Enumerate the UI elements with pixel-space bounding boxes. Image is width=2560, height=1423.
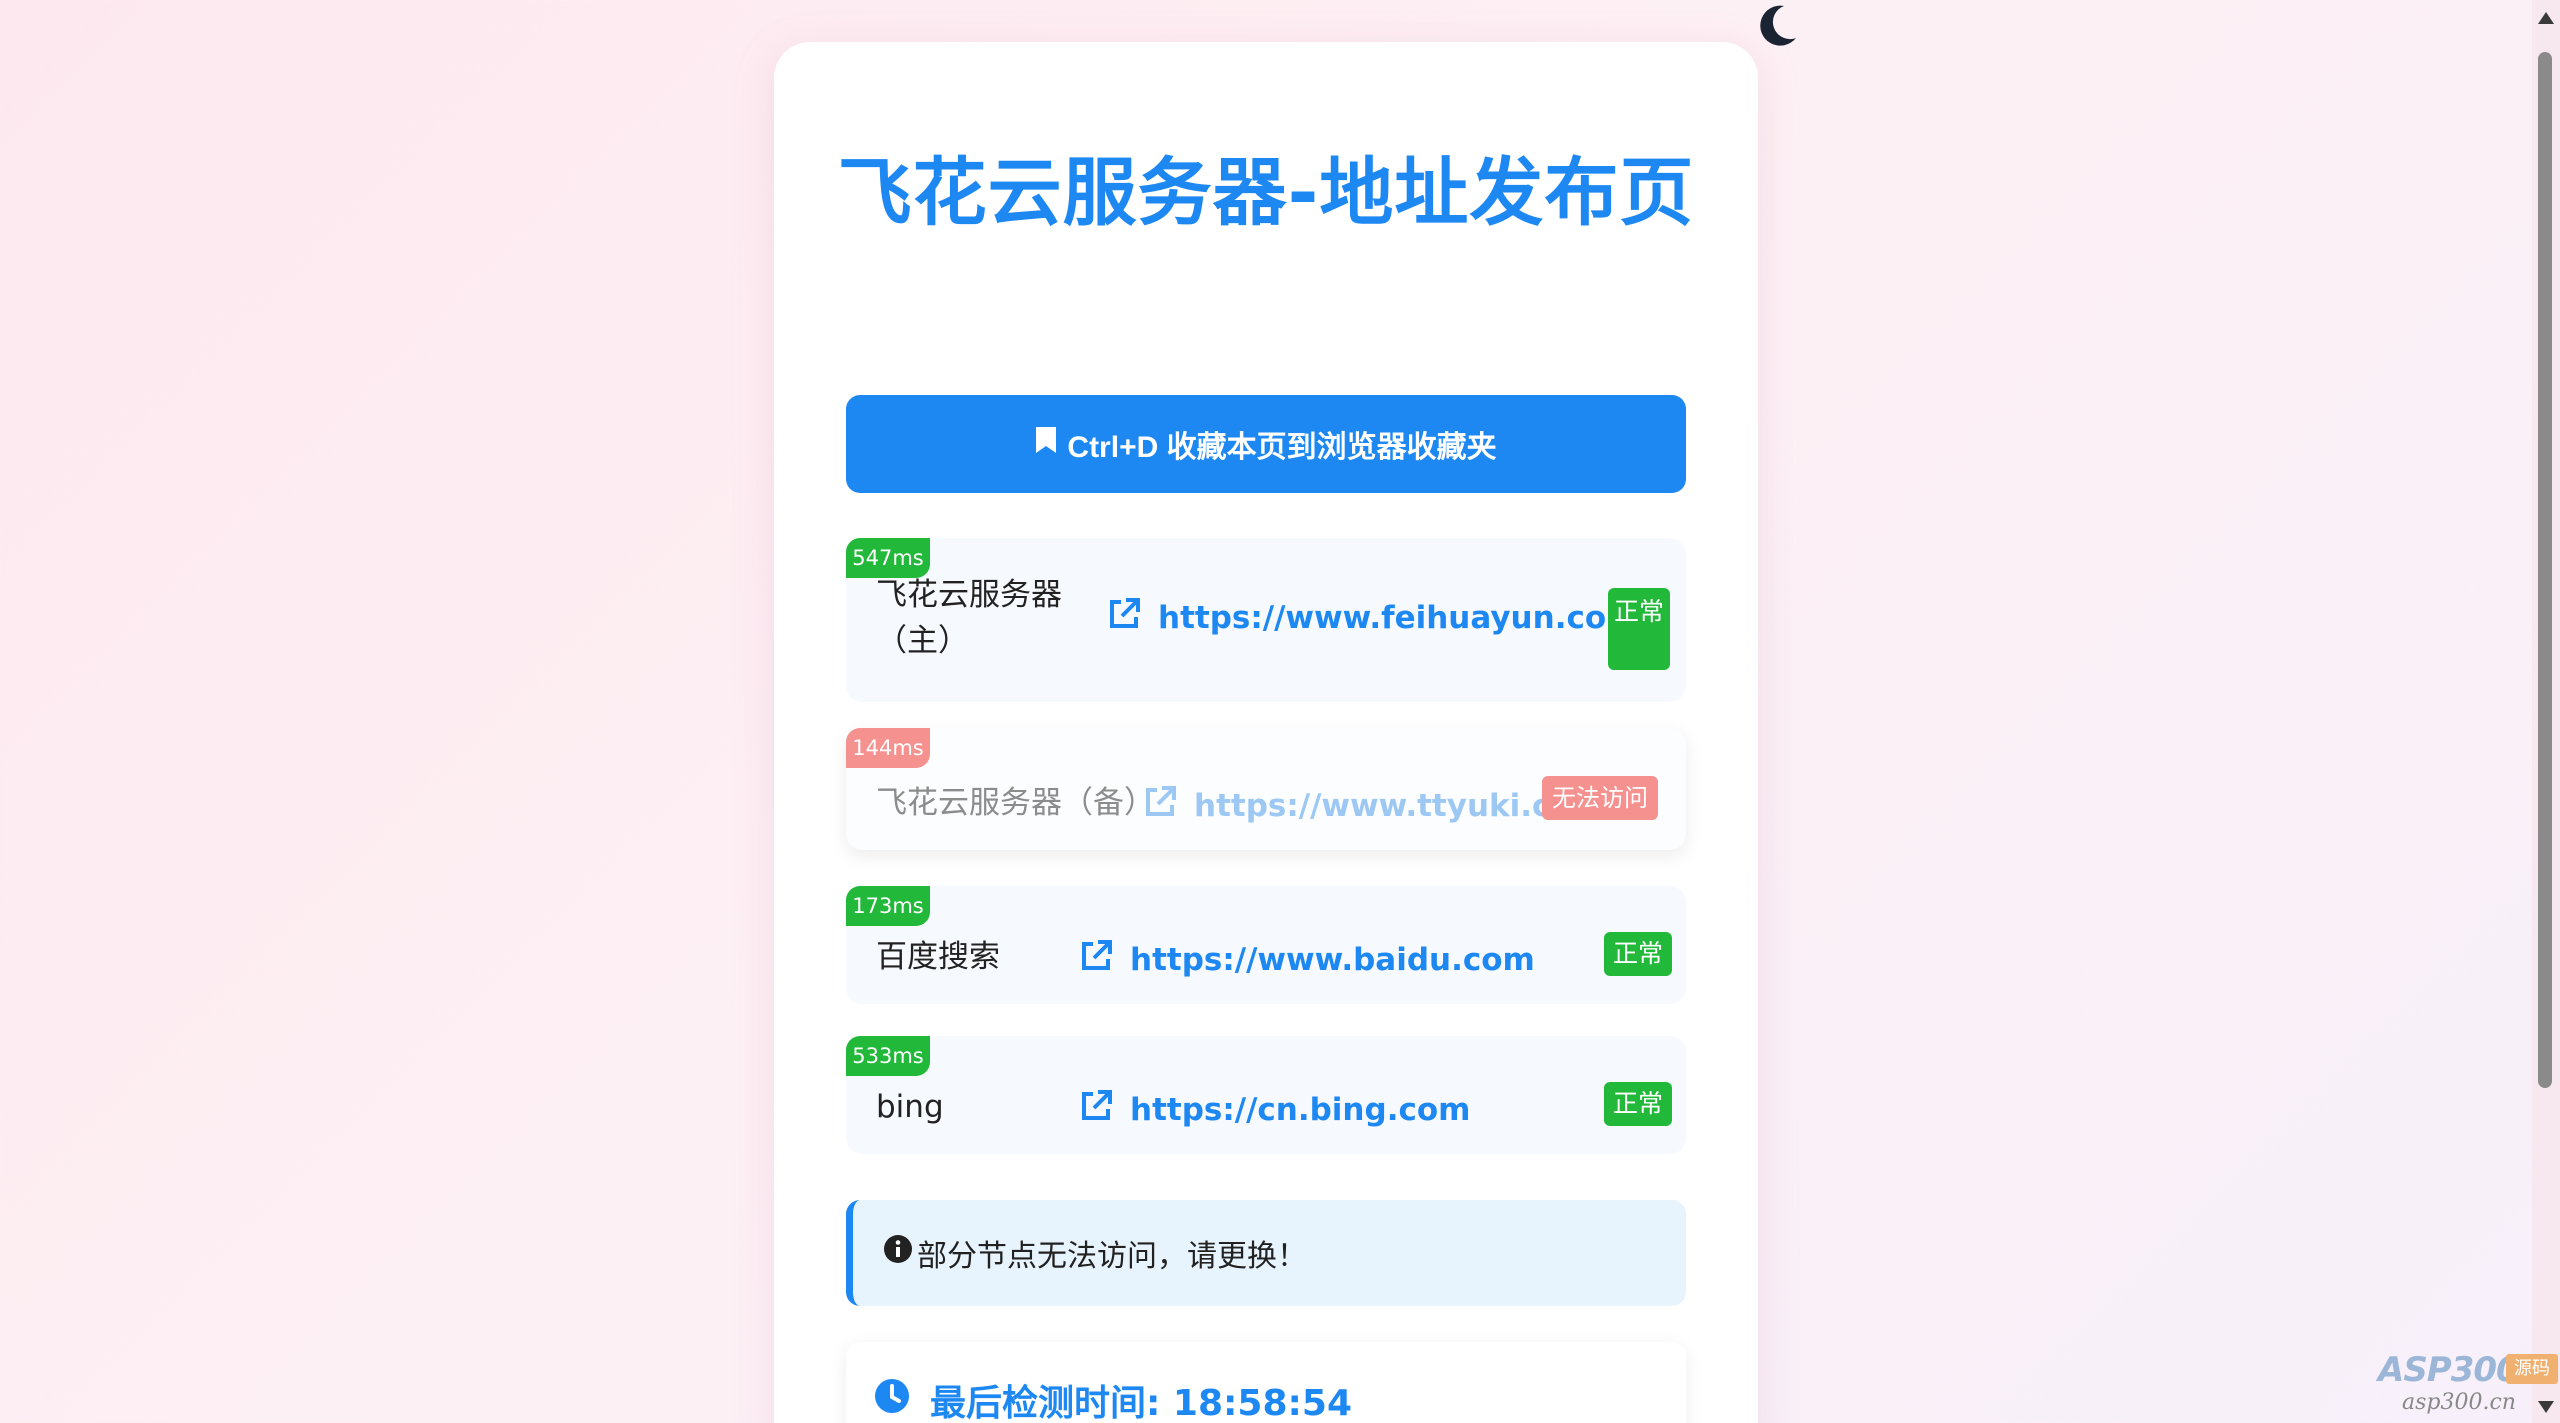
watermark-brand: ASP300 xyxy=(2378,1350,2520,1390)
last-check-panel: 最后检测时间: 18:58:54 xyxy=(846,1342,1686,1423)
theme-toggle-moon-icon[interactable] xyxy=(1754,2,1800,48)
scroll-thumb[interactable] xyxy=(2538,52,2552,1088)
scrollbar[interactable] xyxy=(2532,0,2560,1423)
node-name: 飞花云服务器（主） xyxy=(876,577,1062,659)
node-link[interactable]: https://cn.bing.com xyxy=(1078,1088,1470,1132)
latency-badge: 533ms xyxy=(846,1036,930,1076)
node-url: https://www.feihuayun.com xyxy=(1158,600,1639,636)
bookmark-button-label: Ctrl+D 收藏本页到浏览器收藏夹 xyxy=(1067,431,1497,464)
node-name: bing xyxy=(876,1089,944,1125)
node-name: 百度搜索 xyxy=(876,939,1000,975)
info-circle-icon xyxy=(883,1234,913,1272)
node-item: 173ms 百度搜索 https://www.baidu.com 正常 xyxy=(846,886,1686,1004)
external-link-icon xyxy=(1142,784,1178,828)
node-link[interactable]: https://www.baidu.com xyxy=(1078,938,1535,982)
watermark-tag: 源码 xyxy=(2506,1354,2558,1384)
node-item: 547ms 飞花云服务器（主） https://www.feihuayun.co… xyxy=(846,538,1686,702)
node-item: 144ms 飞花云服务器（备） https://www.ttyuki.cn 无法… xyxy=(846,728,1686,850)
latency-badge: 144ms xyxy=(846,728,930,768)
node-item: 533ms bing https://cn.bing.com 正常 xyxy=(846,1036,1686,1154)
external-link-icon xyxy=(1078,1088,1114,1132)
node-name: 飞花云服务器（备） xyxy=(876,785,1155,821)
watermark-logo: ASP300 源码 asp300.cn xyxy=(2378,1350,2558,1420)
notice-text: 部分节点无法访问，请更换！ xyxy=(917,1239,1307,1274)
last-check-time: 最后检测时间: 18:58:54 xyxy=(930,1383,1353,1423)
node-link[interactable]: https://www.feihuayun.com xyxy=(1106,596,1638,640)
watermark-domain: asp300.cn xyxy=(2402,1390,2516,1415)
latency-badge: 173ms xyxy=(846,886,930,926)
status-badge: 正常 xyxy=(1604,932,1672,976)
status-badge: 无法访问 xyxy=(1542,776,1658,820)
status-badge: 正常 xyxy=(1608,588,1670,670)
node-url: https://www.ttyuki.cn xyxy=(1194,788,1573,824)
node-url: https://www.baidu.com xyxy=(1130,942,1535,978)
status-badge: 正常 xyxy=(1604,1082,1672,1126)
external-link-icon xyxy=(1106,596,1142,640)
bookmark-icon xyxy=(1035,426,1057,462)
notice-box: 部分节点无法访问，请更换！ xyxy=(846,1200,1686,1306)
clock-icon xyxy=(874,1378,910,1423)
scroll-up-arrow-icon[interactable] xyxy=(2538,12,2554,24)
node-link[interactable]: https://www.ttyuki.cn xyxy=(1142,784,1572,828)
scroll-down-arrow-icon[interactable] xyxy=(2538,1401,2554,1413)
external-link-icon xyxy=(1078,938,1114,982)
main-card: 飞花云服务器-地址发布页 Ctrl+D 收藏本页到浏览器收藏夹 547ms 飞花… xyxy=(774,42,1758,1423)
bookmark-button[interactable]: Ctrl+D 收藏本页到浏览器收藏夹 xyxy=(846,395,1686,493)
page-title: 飞花云服务器-地址发布页 xyxy=(837,150,1695,236)
node-url: https://cn.bing.com xyxy=(1130,1092,1471,1128)
